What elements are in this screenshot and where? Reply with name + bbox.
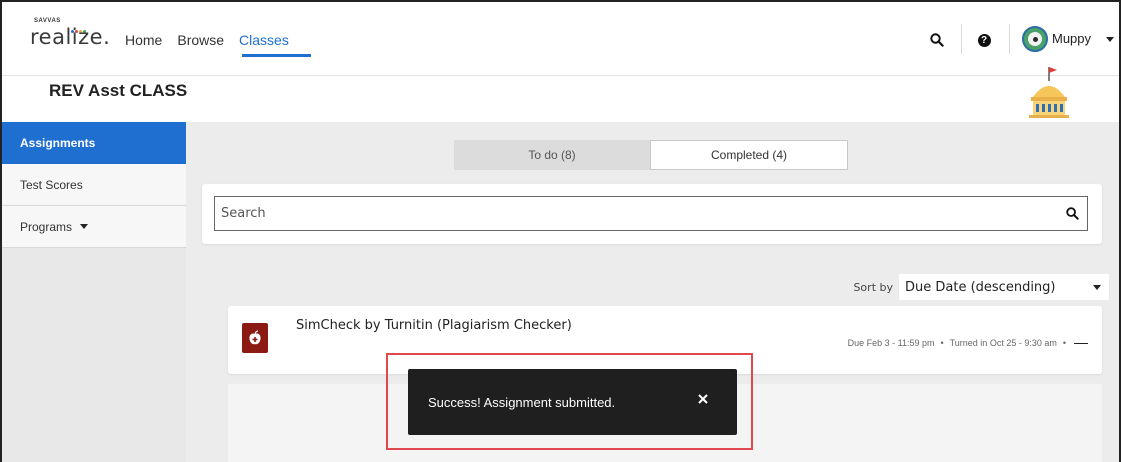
sort-dropdown[interactable]: Due Date (descending) <box>899 274 1109 300</box>
help-button[interactable]: ? <box>972 28 996 52</box>
savvas-realize-logo[interactable]: SAVVAS realize. <box>22 16 114 52</box>
help-icon: ? <box>977 33 991 47</box>
assignment-due: Due Feb 3 - 11:59 pm <box>847 338 935 348</box>
app-window: SAVVAS realize. Home Browse Classes ? Mu… <box>0 0 1121 462</box>
brand-main-text: realize. <box>30 25 111 49</box>
nav-browse[interactable]: Browse <box>177 32 224 48</box>
search-icon <box>1065 207 1079 220</box>
assignment-title[interactable]: SimCheck by Turnitin (Plagiarism Checker… <box>296 318 572 333</box>
capitol-icon <box>1029 67 1069 118</box>
assignment-turned-in: Turned in Oct 25 - 9:30 am <box>949 338 1057 348</box>
assignment-meta: Due Feb 3 - 11:59 pm • Turned in Oct 25 … <box>848 338 1088 348</box>
sort-label: Sort by <box>853 280 893 294</box>
meta-separator: • <box>1062 338 1066 348</box>
search-input[interactable] <box>215 197 1057 230</box>
search-button[interactable] <box>925 28 949 52</box>
sidebar-item-label: Programs <box>20 219 73 234</box>
active-nav-underline <box>242 54 311 57</box>
sort-value: Due Date (descending) <box>905 279 1056 295</box>
collapse-icon[interactable] <box>1074 342 1088 344</box>
sidebar-item-label: Test Scores <box>20 177 83 192</box>
caret-down-icon <box>1093 284 1101 290</box>
caret-down-icon <box>80 224 89 229</box>
avatar[interactable] <box>1022 26 1048 52</box>
sidebar: Assignments Test Scores Programs <box>2 122 186 462</box>
nav-classes[interactable]: Classes <box>239 32 289 48</box>
search-box <box>214 196 1088 231</box>
sidebar-item-assignments[interactable]: Assignments <box>2 122 186 164</box>
nav-divider <box>1009 24 1010 54</box>
sidebar-item-programs[interactable]: Programs <box>2 206 186 248</box>
meta-separator: • <box>940 338 944 348</box>
sidebar-item-test-scores[interactable]: Test Scores <box>2 164 186 206</box>
main-nav-links: Home Browse Classes <box>125 32 289 48</box>
nav-right-group: ? Muppy <box>919 24 1119 54</box>
search-icon <box>930 33 944 47</box>
caret-down-icon[interactable] <box>1106 37 1114 42</box>
tab-completed[interactable]: Completed (4) <box>650 140 848 170</box>
search-card <box>202 184 1102 244</box>
top-nav: SAVVAS realize. Home Browse Classes ? Mu… <box>2 2 1119 76</box>
brand-small-text: SAVVAS <box>34 18 61 24</box>
username[interactable]: Muppy <box>1052 31 1091 46</box>
assignment-tabs: To do (8) Completed (4) <box>454 140 848 170</box>
page-title: REV Asst CLASS <box>49 81 188 100</box>
apple-icon <box>242 323 268 353</box>
nav-divider <box>961 24 962 54</box>
search-submit-button[interactable] <box>1057 207 1087 220</box>
class-header: REV Asst CLASS <box>2 67 1119 122</box>
annotation-highlight <box>386 353 753 450</box>
nav-home[interactable]: Home <box>125 32 162 48</box>
sidebar-item-label: Assignments <box>20 136 96 150</box>
sort-row: Sort by Due Date (descending) <box>853 274 1109 300</box>
tab-todo[interactable]: To do (8) <box>454 140 650 170</box>
